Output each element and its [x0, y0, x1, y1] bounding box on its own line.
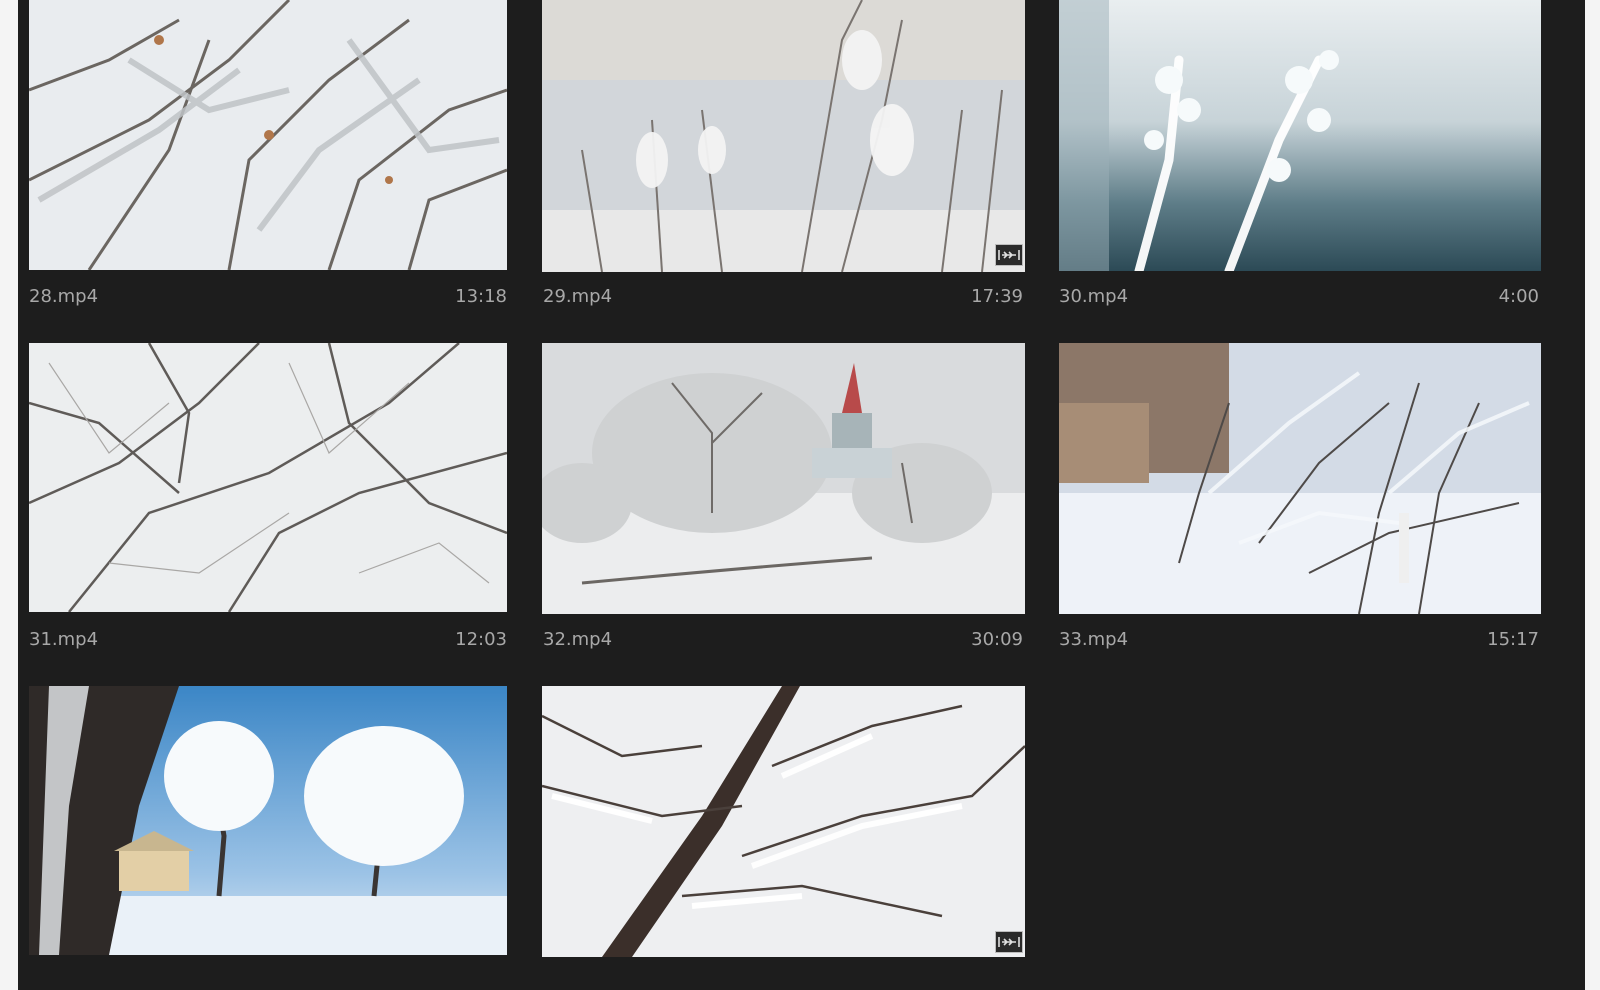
clip-thumbnail[interactable]	[542, 0, 1025, 272]
clip-duration: 17:39	[971, 286, 1023, 307]
clip-name: 30.mp4	[1059, 286, 1129, 307]
clip-item-29[interactable]: 29.mp4 17:39	[542, 0, 1025, 320]
clip-item-28[interactable]: 28.mp4 13:18	[29, 0, 507, 320]
clip-name: 31.mp4	[29, 629, 99, 650]
clip-name: 28.mp4	[29, 286, 99, 307]
clip-item-34[interactable]	[29, 686, 507, 990]
clip-name: 32.mp4	[543, 629, 613, 650]
clip-duration: 4:00	[1498, 286, 1539, 307]
clip-speed-icon	[995, 931, 1023, 953]
clip-name: 33.mp4	[1059, 629, 1129, 650]
clip-duration: 13:18	[455, 286, 507, 307]
clip-name: 29.mp4	[543, 286, 613, 307]
clip-item-33[interactable]: 33.mp4 15:17	[1059, 343, 1541, 663]
clip-item-32[interactable]: 32.mp4 30:09	[542, 343, 1025, 663]
clip-thumbnail[interactable]	[29, 686, 507, 955]
clip-thumbnail[interactable]	[1059, 343, 1541, 614]
clip-speed-icon	[995, 244, 1023, 266]
clip-duration: 12:03	[455, 629, 507, 650]
clip-item-30[interactable]: 30.mp4 4:00	[1059, 0, 1541, 320]
clip-item-35[interactable]	[542, 686, 1025, 990]
clip-thumbnail[interactable]	[542, 343, 1025, 614]
clip-item-31[interactable]: 31.mp4 12:03	[29, 343, 507, 663]
clip-duration: 30:09	[971, 629, 1023, 650]
clip-thumbnail[interactable]	[29, 343, 507, 612]
clip-thumbnail[interactable]	[1059, 0, 1541, 271]
media-bin-panel: 28.mp4 13:18 29.mp4 17:39 30.mp4 4:00 31…	[18, 0, 1585, 990]
clip-duration: 15:17	[1487, 629, 1539, 650]
clip-thumbnail[interactable]	[542, 686, 1025, 957]
clip-thumbnail[interactable]	[29, 0, 507, 270]
